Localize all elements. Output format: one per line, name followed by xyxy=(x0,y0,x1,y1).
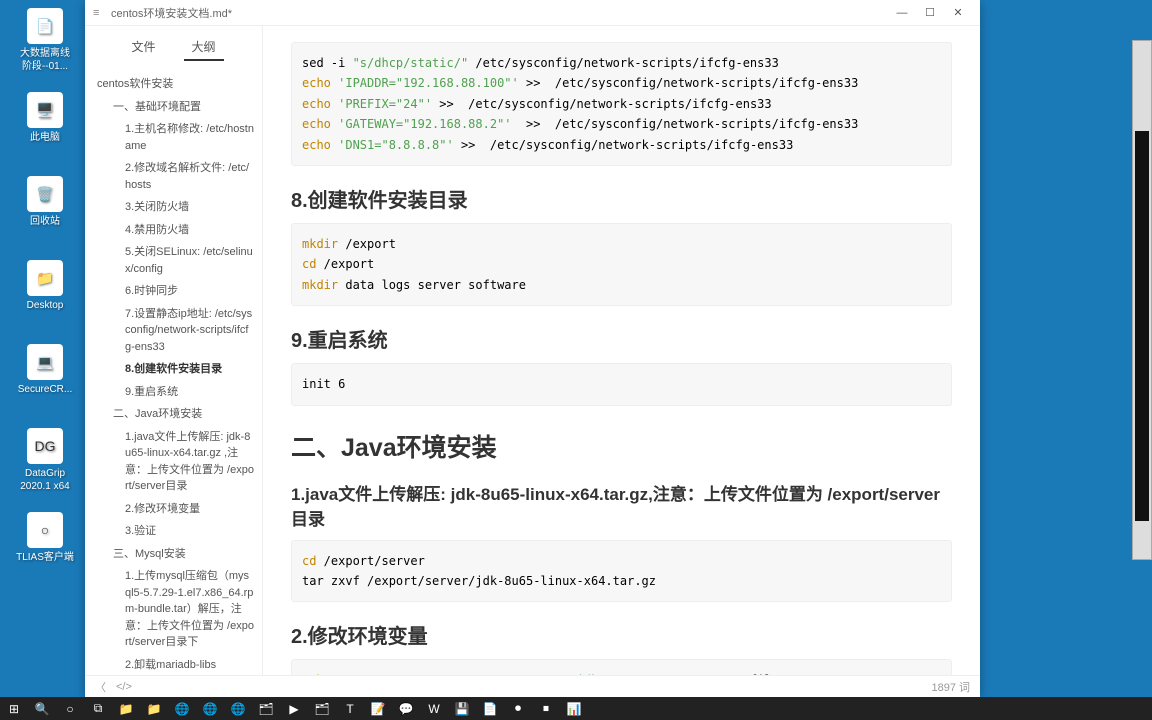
source-toggle[interactable]: </> xyxy=(116,681,132,693)
taskbar-item[interactable]: 📁 xyxy=(112,697,140,720)
outline-item[interactable]: 2.修改域名解析文件: /etc/hosts xyxy=(85,157,262,196)
icon-label: SecureCR... xyxy=(18,383,72,396)
background-panel xyxy=(1132,40,1152,560)
desktop-icon[interactable]: 🗑️ 回收站 xyxy=(15,176,75,228)
taskbar-item[interactable]: W xyxy=(420,697,448,720)
editor-window: ≡ centos环境安装文档.md* — ☐ ✕ 文件 大纲 centos软件安… xyxy=(85,0,980,697)
taskbar-item[interactable]: ⏹ xyxy=(532,697,560,720)
word-count: 1897 词 xyxy=(931,679,970,695)
heading-java-env: 二、Java环境安装 xyxy=(291,428,952,464)
app-icon: 📄 xyxy=(27,8,63,44)
taskbar-item[interactable]: 🔍 xyxy=(28,697,56,720)
outline-item[interactable]: 7.设置静态ip地址: /etc/sysconfig/network-scrip… xyxy=(85,303,262,359)
icon-label: Desktop xyxy=(27,299,64,312)
heading-restart: 9.重启系统 xyxy=(291,324,952,353)
outline-item[interactable]: 一、基础环境配置 xyxy=(85,96,262,119)
icon-label: TLIAS客户端 xyxy=(16,551,74,564)
desktop-icon[interactable]: 🖥️ 此电脑 xyxy=(15,92,75,144)
taskbar-item[interactable]: 📁 xyxy=(140,697,168,720)
outline-item[interactable]: 1.上传mysql压缩包（mysql5-5.7.29-1.el7.x86_64.… xyxy=(85,565,262,654)
taskbar-item[interactable]: 🗂 xyxy=(252,697,280,720)
outline-item[interactable]: 9.重启系统 xyxy=(85,381,262,404)
outline-item[interactable]: 2.卸载mariadb-libs xyxy=(85,654,262,676)
outline-item[interactable]: 2.修改环境变量 xyxy=(85,498,262,521)
outline-item[interactable]: 三、Mysql安装 xyxy=(85,543,262,566)
code-block-init: init 6 xyxy=(291,363,952,405)
back-icon[interactable]: 〈 xyxy=(95,679,106,695)
outline-item[interactable]: 3.验证 xyxy=(85,520,262,543)
app-icon: 📁 xyxy=(27,260,63,296)
minimize-button[interactable]: — xyxy=(888,2,916,24)
taskbar-item[interactable]: ▶ xyxy=(280,697,308,720)
desktop-icon[interactable]: 📄 大数据离线阶段--01... xyxy=(15,8,75,73)
outline-item[interactable]: 5.关闭SELinux: /etc/selinux/config xyxy=(85,241,262,280)
tab-outline[interactable]: 大纲 xyxy=(184,34,224,61)
window-title: centos环境安装文档.md* xyxy=(111,5,888,21)
app-icon: DG xyxy=(27,428,63,464)
close-button[interactable]: ✕ xyxy=(944,2,972,24)
icon-label: 此电脑 xyxy=(30,131,60,144)
taskbar-item[interactable]: 🌐 xyxy=(168,697,196,720)
taskbar-item[interactable]: 💾 xyxy=(448,697,476,720)
taskbar-item[interactable]: 📝 xyxy=(364,697,392,720)
desktop-icon[interactable]: ○ TLIAS客户端 xyxy=(15,512,75,564)
taskbar-item[interactable]: ⧉ xyxy=(84,697,112,720)
title-bar: ≡ centos环境安装文档.md* — ☐ ✕ xyxy=(85,0,980,26)
taskbar-item[interactable]: 🌐 xyxy=(224,697,252,720)
sidebar: 文件 大纲 centos软件安装一、基础环境配置1.主机名称修改: /etc/h… xyxy=(85,26,263,675)
code-block-mkdir: mkdir /export cd /export mkdir data logs… xyxy=(291,223,952,306)
maximize-button[interactable]: ☐ xyxy=(916,2,944,24)
taskbar-item[interactable]: ⊞ xyxy=(0,697,28,720)
icon-label: DataGrip2020.1 x64 xyxy=(20,467,70,493)
taskbar-item[interactable]: T xyxy=(336,697,364,720)
outline-item[interactable]: 8.创建软件安装目录 xyxy=(85,358,262,381)
icon-label: 回收站 xyxy=(30,215,60,228)
desktop-icon[interactable]: DG DataGrip2020.1 x64 xyxy=(15,428,75,493)
outline-item[interactable]: 1.主机名称修改: /etc/hostname xyxy=(85,118,262,157)
outline-item[interactable]: 3.关闭防火墙 xyxy=(85,196,262,219)
tab-file[interactable]: 文件 xyxy=(123,34,163,61)
taskbar-item[interactable]: 💬 xyxy=(392,697,420,720)
taskbar-item[interactable]: ⏺ xyxy=(504,697,532,720)
outline-item[interactable]: 4.禁用防火墙 xyxy=(85,219,262,242)
taskbar: ⊞🔍○⧉📁📁🌐🌐🌐🗂▶🗂T📝💬W💾📄⏺⏹📊 xyxy=(0,697,1152,720)
heading-env-vars: 2.修改环境变量 xyxy=(291,620,952,649)
content-area: sed -i "s/dhcp/static/" /etc/sysconfig/n… xyxy=(263,26,980,675)
icon-label: 大数据离线阶段--01... xyxy=(20,47,70,73)
app-icon: 🖥️ xyxy=(27,92,63,128)
outline-item[interactable]: 二、Java环境安装 xyxy=(85,403,262,426)
code-block-network: sed -i "s/dhcp/static/" /etc/sysconfig/n… xyxy=(291,42,952,166)
outline-list: centos软件安装一、基础环境配置1.主机名称修改: /etc/hostnam… xyxy=(85,69,262,675)
status-bar: 〈 </> 1897 词 xyxy=(85,675,980,697)
app-icon: 🗑️ xyxy=(27,176,63,212)
outline-item[interactable]: 1.java文件上传解压: jdk-8u65-linux-x64.tar.gz … xyxy=(85,426,262,498)
heading-java-upload: 1.java文件上传解压: jdk-8u65-linux-x64.tar.gz,… xyxy=(291,480,952,530)
desktop-icon[interactable]: 💻 SecureCR... xyxy=(15,344,75,396)
outline-item[interactable]: centos软件安装 xyxy=(85,73,262,96)
app-icon: 💻 xyxy=(27,344,63,380)
taskbar-item[interactable]: ○ xyxy=(56,697,84,720)
code-block-profile: echo 'export JAVA_HOME=/export/server/jd… xyxy=(291,659,952,675)
taskbar-item[interactable]: 🌐 xyxy=(196,697,224,720)
code-block-tar: cd /export/server tar zxvf /export/serve… xyxy=(291,540,952,603)
document-icon: ≡ xyxy=(93,7,105,19)
outline-item[interactable]: 6.时钟同步 xyxy=(85,280,262,303)
desktop-icon[interactable]: 📁 Desktop xyxy=(15,260,75,312)
taskbar-item[interactable]: 📊 xyxy=(560,697,588,720)
taskbar-item[interactable]: 🗂 xyxy=(308,697,336,720)
app-icon: ○ xyxy=(27,512,63,548)
taskbar-item[interactable]: 📄 xyxy=(476,697,504,720)
desktop: 📄 大数据离线阶段--01... 🖥️ 此电脑 🗑️ 回收站 📁 Desktop 💻 Secure… xyxy=(0,0,1152,697)
heading-create-dir: 8.创建软件安装目录 xyxy=(291,184,952,213)
